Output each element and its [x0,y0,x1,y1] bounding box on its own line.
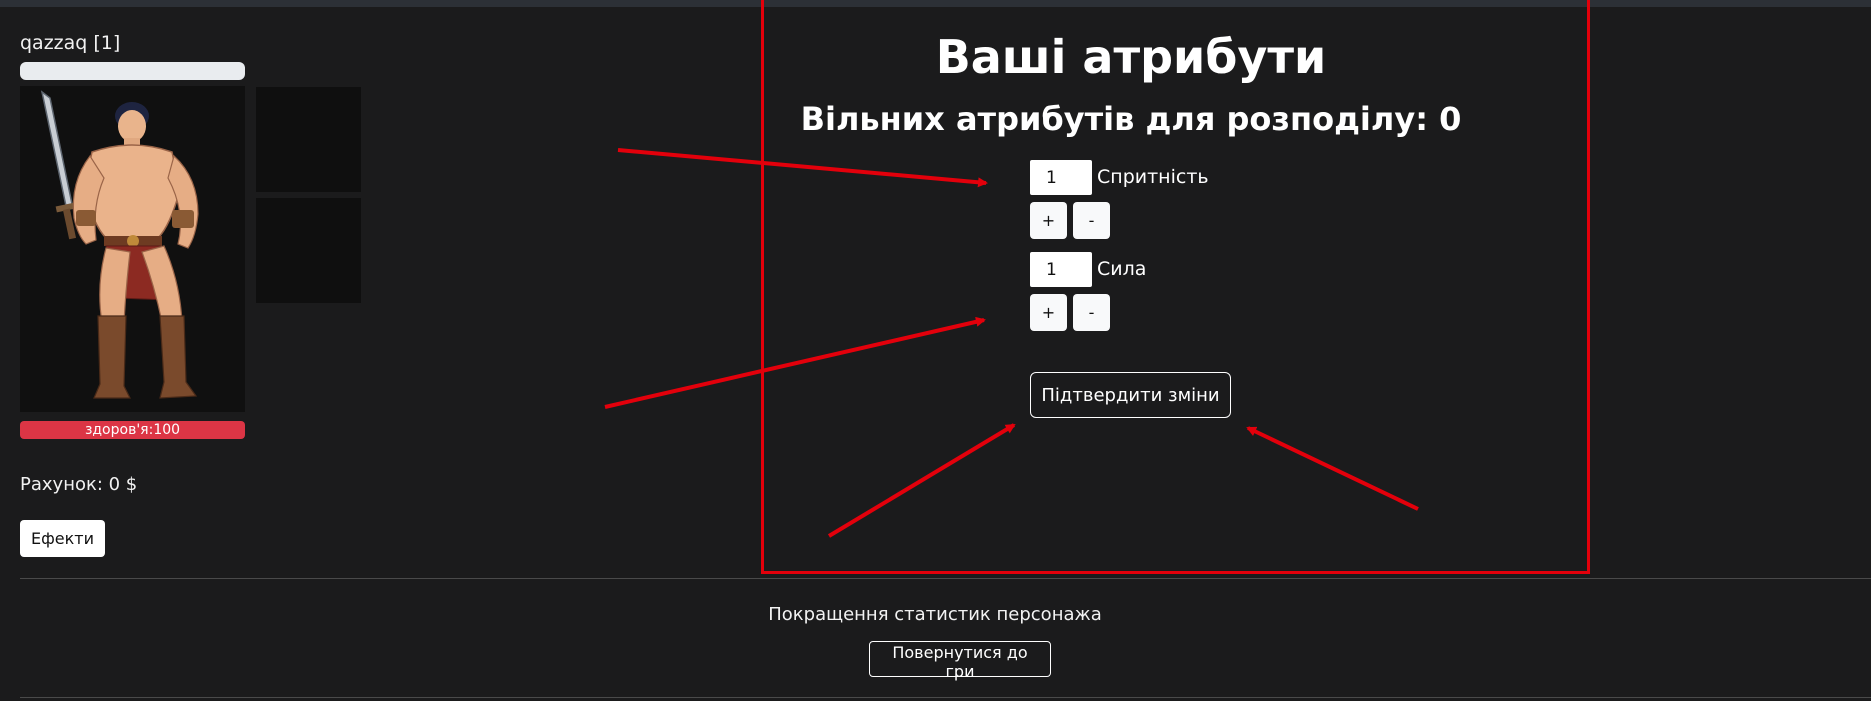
footer-title: Покращення статистик персонажа [768,604,1102,625]
divider [20,697,1871,698]
agility-plus-button[interactable]: + [1030,202,1067,239]
strength-label: Сила [1097,258,1147,280]
health-bar: здоров'я:100 [20,421,245,439]
divider [20,578,1871,579]
character-name: qazzaq [1] [20,32,121,54]
experience-bar [20,62,245,80]
strength-minus-button[interactable]: - [1073,294,1110,331]
agility-minus-button[interactable]: - [1073,202,1110,239]
account-balance: Рахунок: 0 $ [20,474,138,495]
confirm-changes-button[interactable]: Підтвердити зміни [1030,372,1231,418]
character-portrait [20,86,245,412]
attributes-title: Ваші атрибути [935,30,1327,84]
strength-plus-button[interactable]: + [1030,294,1067,331]
agility-input[interactable] [1030,160,1092,195]
return-to-game-button[interactable]: Повернутися до гри [869,641,1051,681]
equipment-slot[interactable] [256,198,361,303]
equipment-slot[interactable] [256,87,361,192]
agility-label: Спритність [1097,166,1209,188]
strength-input[interactable] [1030,252,1092,287]
attributes-highlight-box [761,0,1590,574]
free-attributes-text: Вільних атрибутів для розподілу: 0 [800,100,1462,138]
effects-button[interactable]: Ефекти [20,520,106,557]
